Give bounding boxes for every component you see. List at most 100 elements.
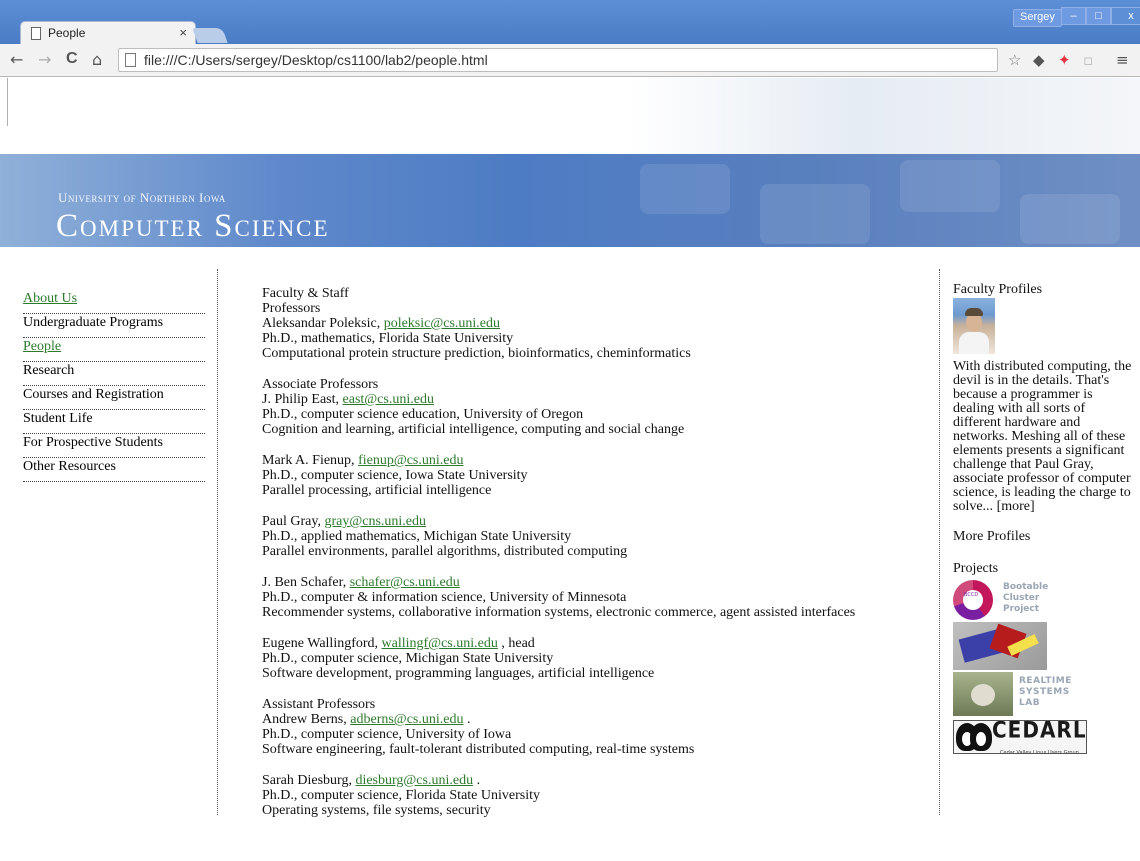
pdf-icon[interactable]: ▫ <box>1083 52 1093 68</box>
nav-courses-and-registration[interactable]: Courses and Registration <box>23 386 205 410</box>
nav-student-life[interactable]: Student Life <box>23 410 205 434</box>
left-navigation: About Us Undergraduate Programs People R… <box>23 290 205 482</box>
person-interests: Recommender systems, collaborative infor… <box>262 605 856 620</box>
person-suffix: . <box>463 712 471 727</box>
cedarlug-tagline: Cedar Valley Linux Users Group <box>1000 750 1079 754</box>
person-name: J. Ben Schafer, <box>262 575 350 590</box>
bccd-text-line: Project <box>1003 604 1040 614</box>
person-interests: Computational protein structure predicti… <box>262 346 691 361</box>
maximize-button[interactable]: □ <box>1086 7 1111 25</box>
rtsl-text-line: SYSTEMS <box>1019 687 1070 697</box>
page-left-border <box>7 78 8 126</box>
person-degree: Ph.D., computer science, Iowa State Univ… <box>262 468 528 483</box>
bccd-badge-text: BCCD <box>964 592 979 598</box>
more-profiles-link[interactable]: More Profiles <box>953 530 1133 544</box>
section-title: Professors <box>262 301 321 316</box>
person-email-link[interactable]: poleksic@cs.uni.edu <box>384 316 500 331</box>
person-degree: Ph.D., mathematics, Florida State Univer… <box>262 331 514 346</box>
person-email-link[interactable]: wallingf@cs.uni.edu <box>382 636 498 651</box>
person-degree: Ph.D., computer science, Michigan State … <box>262 651 554 666</box>
nav-undergraduate-programs[interactable]: Undergraduate Programs <box>23 314 205 338</box>
person-name: Mark A. Fienup, <box>262 453 359 468</box>
person-email-link[interactable]: schafer@cs.uni.edu <box>350 575 460 590</box>
person-email-link[interactable]: adberns@cs.uni.edu <box>350 712 463 727</box>
nav-other-resources[interactable]: Other Resources <box>23 458 205 482</box>
person-email-link[interactable]: fienup@cs.uni.edu <box>358 453 463 468</box>
header-sky <box>0 78 1140 154</box>
minimize-button[interactable]: – <box>1061 7 1086 25</box>
reload-icon[interactable]: C <box>66 50 78 68</box>
person-entry: Aleksandar Poleksic, poleksic@cs.uni.edu… <box>262 316 922 361</box>
bccd-text-line: Cluster <box>1003 593 1040 603</box>
left-divider <box>217 269 218 815</box>
url-text[interactable]: file:///C:/Users/sergey/Desktop/cs1100/l… <box>144 52 488 68</box>
nav-prospective-students[interactable]: For Prospective Students <box>23 434 205 458</box>
person-name: Sarah Diesburg, <box>262 773 356 788</box>
nav-about-us[interactable]: About Us <box>23 290 205 314</box>
home-icon[interactable]: ⌂ <box>92 50 102 69</box>
person-entry: J. Philip East, east@cs.uni.edu Ph.D., c… <box>262 392 922 437</box>
person-degree: Ph.D., computer science, Florida State U… <box>262 788 540 803</box>
tab-title: People <box>48 26 86 40</box>
person-suffix: . <box>473 773 481 788</box>
right-divider <box>939 269 940 815</box>
person-suffix: , head <box>497 636 535 651</box>
person-entry: Eugene Wallingford, wallingf@cs.uni.edu … <box>262 636 922 681</box>
tab-close-icon[interactable]: × <box>179 25 187 40</box>
project-cedarlug-logo[interactable]: CEDARLUG Cedar Valley Linux Users Group <box>953 720 1087 754</box>
address-bar[interactable]: file:///C:/Users/sergey/Desktop/cs1100/l… <box>118 48 998 72</box>
projects-title: Projects <box>953 561 999 576</box>
person-name: J. Philip East, <box>262 392 343 407</box>
forward-icon[interactable]: → <box>38 50 51 69</box>
person-email-link[interactable]: gray@cns.uni.edu <box>324 514 426 529</box>
close-window-button[interactable]: x <box>1111 7 1140 25</box>
window-titlebar: People × Sergey – □ x <box>0 0 1140 45</box>
more-link[interactable]: [more] <box>997 499 1035 514</box>
person-interests: Parallel environments, parallel algorith… <box>262 544 628 559</box>
person-degree: Ph.D., computer science education, Unive… <box>262 407 584 422</box>
university-name: University of Northern Iowa <box>58 190 226 205</box>
person-name: Paul Gray, <box>262 514 325 529</box>
person-interests: Parallel processing, artificial intellig… <box>262 483 492 498</box>
person-name: Aleksandar Poleksic, <box>262 316 384 331</box>
new-tab-button[interactable] <box>192 28 228 43</box>
person-email-link[interactable]: east@cs.uni.edu <box>343 392 434 407</box>
person-name: Andrew Berns, <box>262 712 351 727</box>
person-entry: Paul Gray, gray@cns.uni.edu Ph.D., appli… <box>262 514 922 559</box>
people-directory: Faculty & Staff Professors Aleksandar Po… <box>262 286 922 834</box>
person-entry: J. Ben Schafer, schafer@cs.uni.edu Ph.D.… <box>262 575 922 620</box>
person-entry: Mark A. Fienup, fienup@cs.uni.edu Ph.D.,… <box>262 453 922 498</box>
nav-research[interactable]: Research <box>23 362 205 386</box>
faculty-photo[interactable] <box>953 298 995 354</box>
person-email-link[interactable]: diesburg@cs.uni.edu <box>355 773 473 788</box>
page-icon <box>31 27 41 40</box>
bookmark-star-icon[interactable]: ☆ <box>1008 52 1021 68</box>
profile-button[interactable]: Sergey <box>1013 9 1062 27</box>
person-degree: Ph.D., computer science, University of I… <box>262 727 512 742</box>
back-icon[interactable]: ← <box>10 50 23 69</box>
section-title: Associate Professors <box>262 377 379 392</box>
person-entry: Sarah Diesburg, diesburg@cs.uni.edu . Ph… <box>262 773 922 818</box>
profile-excerpt: With distributed computing, the devil is… <box>953 360 1133 514</box>
right-sidebar: Faculty Profiles With distributed comput… <box>953 283 1133 754</box>
page-content: University of Northern Iowa Computer Sci… <box>0 78 1140 861</box>
person-interests: Software engineering, fault-tolerant dis… <box>262 742 695 757</box>
project-art-image[interactable] <box>953 622 1047 670</box>
section-title: Assistant Professors <box>262 697 376 712</box>
faculty-profiles-title: Faculty Profiles <box>953 282 1043 297</box>
color-picker-icon[interactable]: ✦ <box>1058 52 1071 68</box>
nav-people[interactable]: People <box>23 338 205 362</box>
pocket-icon[interactable]: ◆ <box>1033 52 1045 68</box>
person-interests: Cognition and learning, artificial intel… <box>262 422 685 437</box>
cedarlug-text: CEDARLUG <box>992 720 1086 744</box>
menu-icon[interactable]: ≡ <box>1116 52 1129 68</box>
person-interests: Operating systems, file systems, securit… <box>262 803 491 818</box>
person-name: Eugene Wallingford, <box>262 636 382 651</box>
person-interests: Software development, programming langua… <box>262 666 655 681</box>
tab-people[interactable]: People × <box>20 21 196 45</box>
project-bccd-logo[interactable]: BCCD Bootable Cluster Project <box>953 578 1053 620</box>
department-name: Computer Science <box>56 208 330 244</box>
rtsl-text-line: REALTIME <box>1019 676 1072 686</box>
project-realtime-systems-lab-logo[interactable]: REALTIME SYSTEMS LAB <box>953 672 1083 716</box>
directory-heading: Faculty & Staff <box>262 286 349 301</box>
